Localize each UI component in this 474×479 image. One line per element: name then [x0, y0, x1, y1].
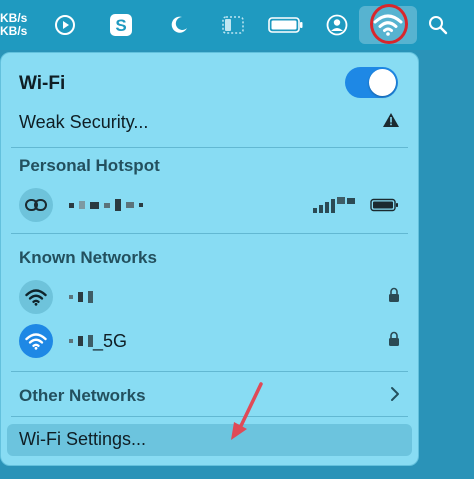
hotspot-device-name-obscured	[69, 199, 143, 211]
search-icon[interactable]	[424, 0, 452, 50]
known-networks-section-header: Known Networks	[19, 245, 400, 271]
lock-icon	[388, 287, 400, 308]
wifi-toggle[interactable]	[345, 67, 398, 98]
wifi-icon	[19, 324, 53, 358]
weak-security-label: Weak Security...	[19, 111, 149, 132]
network-name-obscured	[69, 335, 93, 347]
wifi-settings-label: Wi-Fi Settings...	[19, 429, 147, 449]
warning-icon	[382, 112, 400, 133]
signal-bars-icon	[313, 197, 355, 213]
known-network-left: _5G	[19, 324, 127, 358]
separator	[11, 416, 408, 417]
hotspot-device-left	[19, 188, 143, 222]
annotation-arrow	[231, 382, 263, 440]
wifi-toggle-knob	[369, 69, 396, 96]
lock-icon	[388, 331, 400, 352]
other-networks-label: Other Networks	[19, 386, 146, 405]
network-name-suffix: _5G	[93, 330, 128, 351]
separator	[11, 233, 408, 234]
wifi-highlight-circle	[370, 4, 408, 44]
link-icon	[19, 188, 53, 222]
hotspot-device-row[interactable]	[19, 187, 400, 223]
s-app-icon[interactable]: S	[106, 0, 136, 50]
play-circle-icon[interactable]	[50, 0, 80, 50]
sidebar-icon[interactable]	[218, 0, 248, 50]
known-network-left	[19, 280, 93, 314]
other-networks-row[interactable]: Other Networks	[19, 381, 400, 411]
download-speed: KB/s	[0, 24, 28, 38]
wifi-header-row: Wi-Fi	[19, 69, 400, 99]
hotspot-status	[312, 196, 400, 214]
hotspot-section-label: Personal Hotspot	[19, 156, 160, 175]
wifi-settings-item[interactable]: Wi-Fi Settings...	[7, 424, 412, 456]
separator	[11, 371, 408, 372]
hotspot-section-header: Personal Hotspot	[19, 153, 400, 179]
weak-security-row[interactable]: Weak Security...	[19, 107, 400, 137]
network-speed-indicator[interactable]: KB/s KB/s	[0, 0, 36, 50]
known-network-row[interactable]	[19, 279, 400, 315]
separator	[11, 147, 408, 148]
moon-icon[interactable]	[164, 0, 194, 50]
wifi-icon	[19, 280, 53, 314]
wifi-title: Wi-Fi	[19, 73, 66, 94]
battery-icon[interactable]	[264, 0, 308, 50]
known-networks-section-label: Known Networks	[19, 248, 157, 267]
chevron-right-icon	[390, 386, 400, 407]
svg-text:S: S	[115, 16, 126, 35]
known-network-row[interactable]: _5G	[19, 323, 400, 359]
network-name-obscured	[69, 291, 93, 303]
battery-icon	[370, 198, 398, 212]
user-icon[interactable]	[322, 0, 352, 50]
wifi-menu: Wi-Fi Weak Security... Personal Hotspot	[0, 52, 419, 466]
